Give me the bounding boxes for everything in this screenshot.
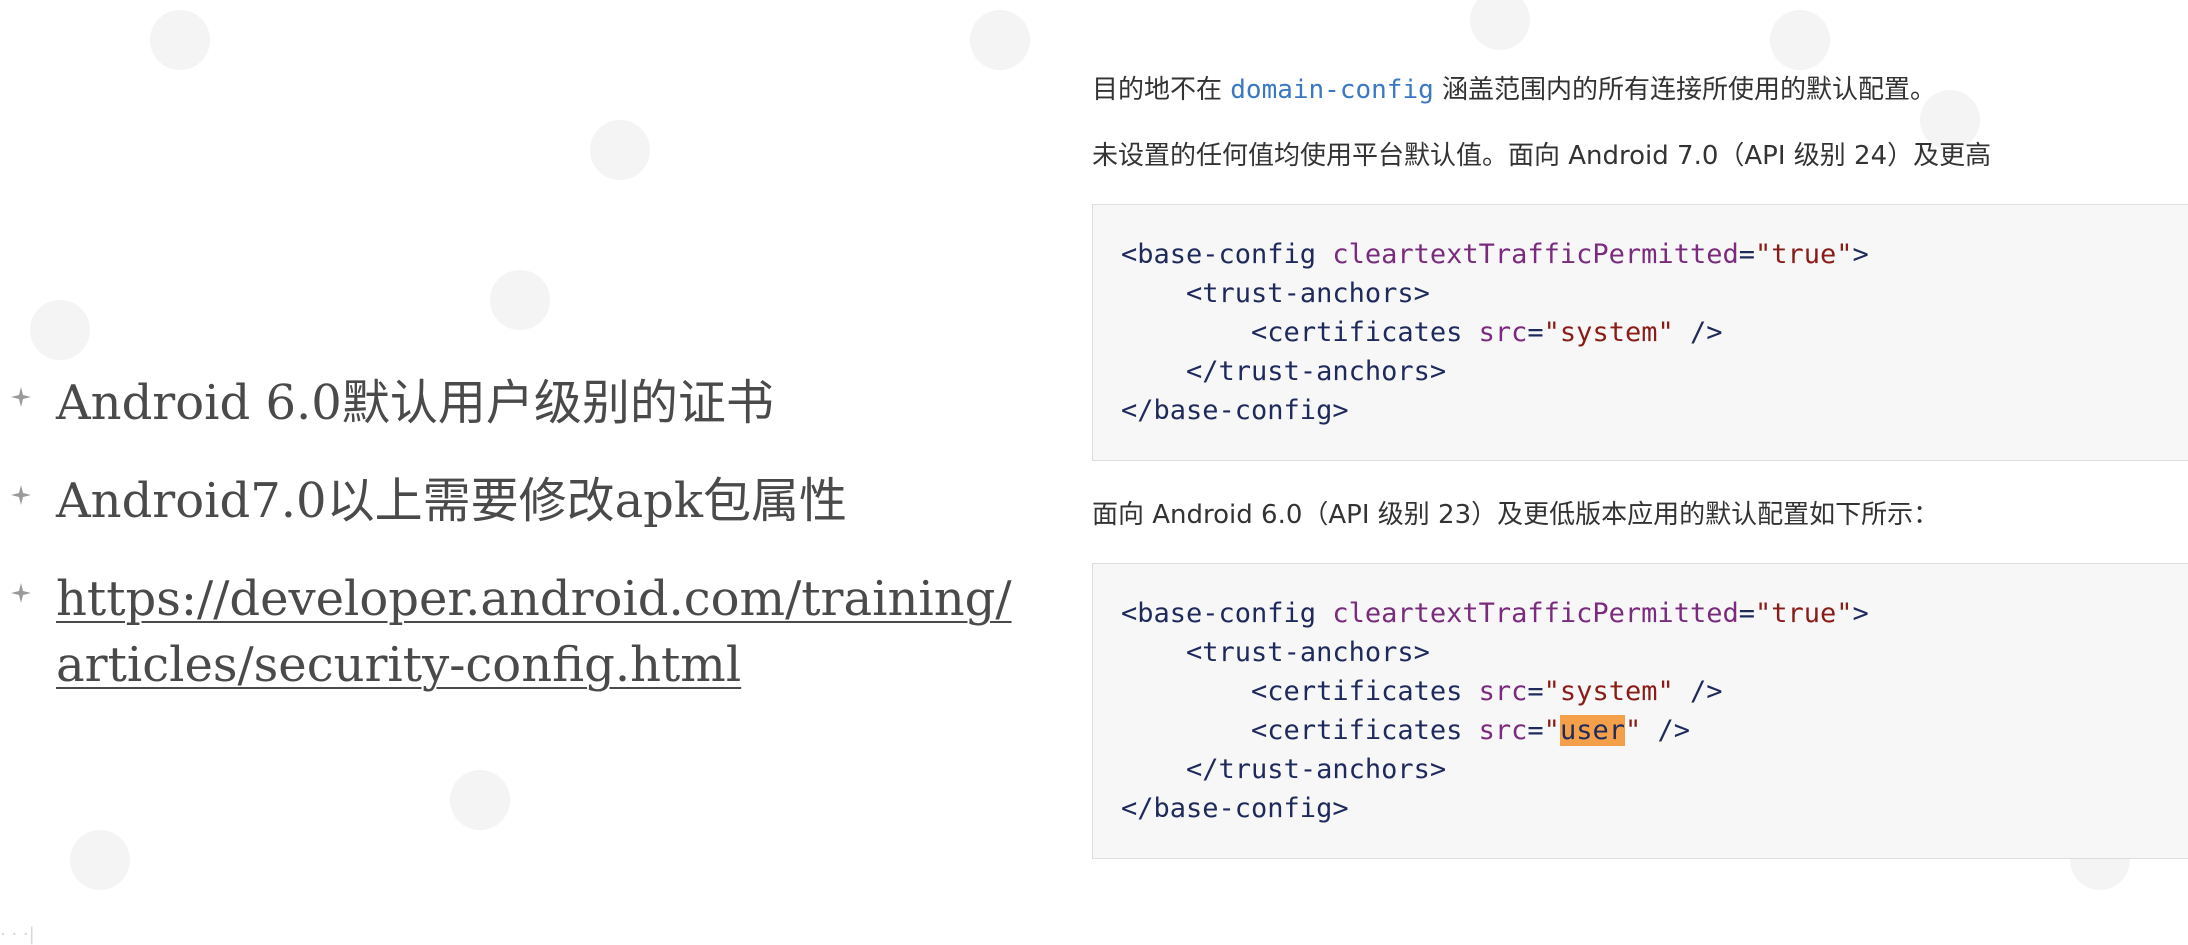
code-line: <base-config cleartextTrafficPermitted="… (1121, 598, 1869, 629)
doc-paragraph-1: 目的地不在 domain-config 涵盖范围内的所有连接所使用的默认配置。 (1092, 72, 2188, 108)
bullet-item-link: https://developer.android.com/training/ … (0, 566, 1030, 698)
bullet-text: Android7.0以上需要修改apk包属性 (56, 473, 847, 529)
bullet-item-android7: Android7.0以上需要修改apk包属性 (0, 468, 1030, 534)
code-line: </base-config> (1121, 793, 1349, 824)
code-line: </trust-anchors> (1186, 356, 1447, 387)
inline-code-domain-config: domain-config (1230, 75, 1434, 105)
para1-text-after: 涵盖范围内的所有连接所使用的默认配置。 (1433, 75, 1937, 105)
code-line: <certificates src="user" /> (1251, 715, 1691, 746)
code-line: </trust-anchors> (1186, 754, 1447, 785)
diamond-bullet-icon (11, 485, 31, 505)
link-line-1: https://developer.android.com/training/ (56, 571, 1012, 627)
doc-panel: 目的地不在 domain-config 涵盖范围内的所有连接所使用的默认配置。 … (1092, 60, 2188, 895)
para1-text-before: 目的地不在 (1092, 75, 1231, 105)
code-line: <trust-anchors> (1186, 637, 1430, 668)
diamond-bullet-icon (11, 583, 31, 603)
corner-mark: · · ·| (0, 924, 35, 945)
code-line: </base-config> (1121, 395, 1349, 426)
bullet-text: Android 6.0默认用户级别的证书 (56, 375, 774, 431)
diamond-bullet-icon (11, 387, 31, 407)
code-line: <certificates src="system" /> (1251, 317, 1723, 348)
doc-paragraph-2: 未设置的任何值均使用平台默认值。面向 Android 7.0（API 级别 24… (1092, 141, 1992, 171)
bullet-item-android6: Android 6.0默认用户级别的证书 (0, 370, 1030, 436)
bullet-list: Android 6.0默认用户级别的证书 Android7.0以上需要修改apk… (0, 370, 1030, 730)
code-line: <certificates src="system" /> (1251, 676, 1723, 707)
doc-paragraph-3: 面向 Android 6.0（API 级别 23）及更低版本应用的默认配置如下所… (1092, 500, 1940, 530)
security-config-link[interactable]: https://developer.android.com/training/ … (56, 571, 1012, 693)
highlighted-user-value: user (1559, 715, 1625, 746)
link-line-2: articles/security-config.html (56, 637, 742, 693)
code-block-android7: <base-config cleartextTrafficPermitted="… (1092, 204, 2188, 461)
code-line: <trust-anchors> (1186, 278, 1430, 309)
code-line: <base-config cleartextTrafficPermitted="… (1121, 239, 1869, 270)
code-block-android6: <base-config cleartextTrafficPermitted="… (1092, 563, 2188, 859)
